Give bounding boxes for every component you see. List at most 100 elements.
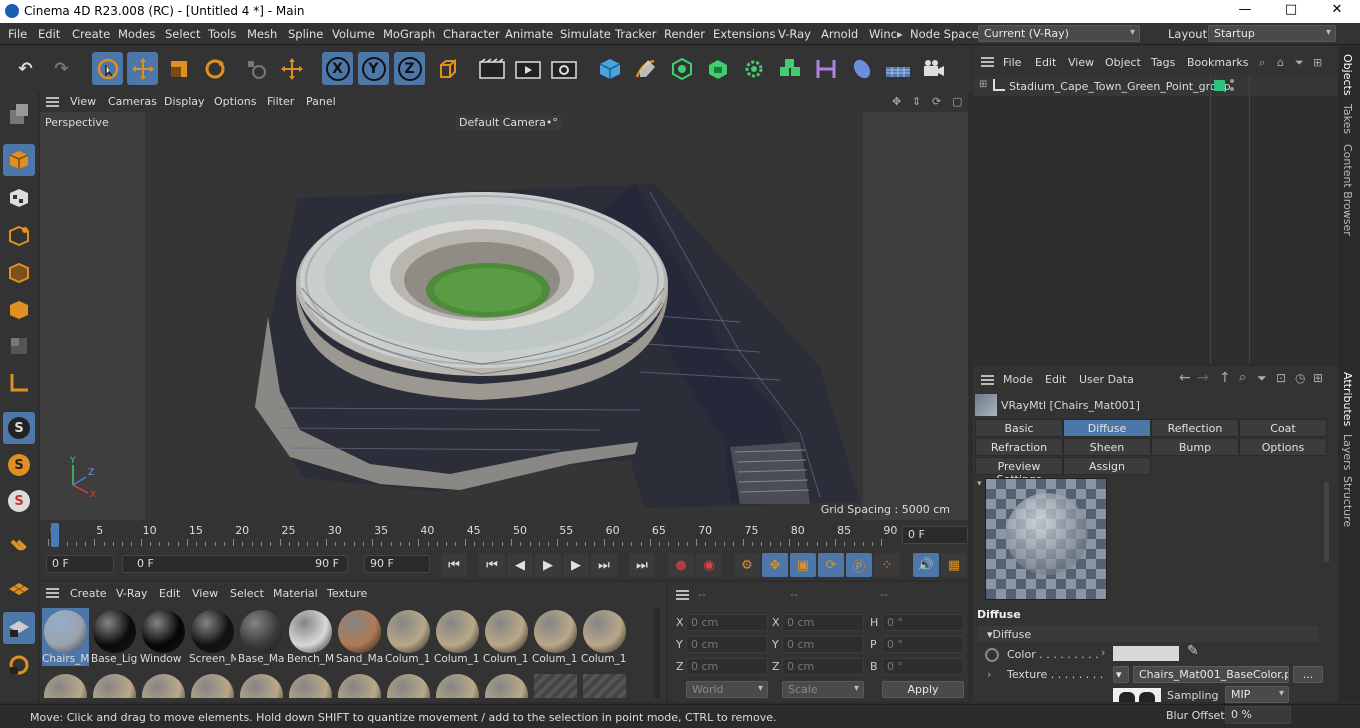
tab-sheen[interactable]: Sheen [1063,438,1151,456]
sampling-select[interactable]: MIP ▾ [1225,686,1289,703]
magnet-icon[interactable] [3,530,35,562]
attributes-scrollbar[interactable] [1324,482,1329,562]
dock-tab-attributes[interactable]: Attributes [1341,372,1354,426]
apply-button[interactable]: Apply [882,681,964,698]
menu-window[interactable]: Winc [869,27,897,41]
key-parameter-icon[interactable]: Ⓟ [846,553,872,577]
coord-value-field[interactable]: 0 cm [782,614,864,631]
tab-preview-settings[interactable]: Preview Settings [975,457,1063,486]
material-swatch[interactable]: Window [140,608,187,666]
quantize-icon[interactable]: S [3,485,35,517]
menu-volume[interactable]: Volume [332,27,375,41]
objects-menu-hamburger-icon[interactable] [981,57,994,67]
menu-render[interactable]: Render [664,27,705,41]
objects-menu-edit[interactable]: Edit [1035,56,1056,69]
viewport-maximize-icon[interactable]: ▢ [952,95,962,108]
environment-icon[interactable] [846,52,877,85]
next-frame-icon[interactable]: ▶ [563,553,589,577]
coords-menu-hamburger-icon[interactable] [676,590,689,600]
maximize-button[interactable]: □ [1268,2,1314,17]
color-swatch[interactable] [1113,646,1179,661]
prev-key-icon[interactable]: ⏮ [479,553,505,577]
search-icon[interactable]: ⌕ [1239,370,1246,385]
dock-tab-structure[interactable]: Structure [1341,476,1354,527]
attributes-menu-userdata[interactable]: User Data [1079,373,1134,386]
material-swatch[interactable]: Colum_1 [581,608,628,666]
render-to-picture-viewer-icon[interactable] [512,52,543,85]
collapse-preview-icon[interactable]: ▾ [977,479,982,489]
viewport-menu-display[interactable]: Display [164,95,205,108]
viewport-menu-options[interactable]: Options [214,95,256,108]
snapping-icon[interactable]: S [3,412,35,444]
tab-assign[interactable]: Assign [1063,457,1151,475]
material-menu-select[interactable]: Select [230,587,264,600]
objects-menu-file[interactable]: File [1003,56,1021,69]
close-button[interactable]: ✕ [1314,2,1360,17]
keyframe-selection-icon[interactable]: ⚙ [734,553,760,577]
texture-browse-button[interactable]: ... [1293,666,1323,683]
menu-edit[interactable]: Edit [38,27,60,41]
menu-overflow-icon[interactable]: ▸ [897,27,903,41]
tab-refraction[interactable]: Refraction [975,438,1063,456]
layout-select[interactable]: Startup ▾ [1208,25,1336,42]
make-editable-icon[interactable] [3,98,35,130]
render-visibility-dot[interactable] [1230,87,1234,91]
material-swatch[interactable]: Base_Ma [238,608,285,666]
menu-spline[interactable]: Spline [288,27,323,41]
editor-visibility-dot[interactable] [1230,79,1234,83]
current-frame-field[interactable]: 0 F [902,526,968,544]
menu-character[interactable]: Character [443,27,500,41]
tab-reflection[interactable]: Reflection [1151,419,1239,437]
playhead[interactable] [51,523,59,547]
menu-mesh[interactable]: Mesh [247,27,277,41]
material-swatch[interactable] [140,672,187,698]
transform-tool-icon[interactable] [276,52,307,85]
coord-value-field[interactable]: 0 ° [882,658,964,675]
snap-settings-icon[interactable]: S [3,449,35,481]
lock-icon[interactable]: ⊡ [1276,371,1286,385]
node-space-select[interactable]: Current (V-Ray) ▾ [978,25,1140,42]
material-menu-edit[interactable]: Edit [159,587,180,600]
material-menu-hamburger-icon[interactable] [46,588,59,598]
pen-spline-icon[interactable] [630,52,661,85]
y-axis-lock-button[interactable]: Y [358,52,389,85]
material-swatch[interactable]: Colum_1 [483,608,530,666]
menu-simulate[interactable]: Simulate [560,27,611,41]
menu-animate[interactable]: Animate [505,27,553,41]
filter-icon[interactable]: ⏷ [1295,56,1304,70]
points-mode-icon[interactable] [3,220,35,252]
minimize-button[interactable]: — [1222,2,1268,17]
material-menu-texture[interactable]: Texture [327,587,367,600]
texture-path-field[interactable]: Chairs_Mat001_BaseColor.p [1133,666,1289,683]
expand-icon[interactable]: ⊞ [979,79,987,90]
attributes-menu-mode[interactable]: Mode [1003,373,1033,386]
coordinate-system-icon[interactable] [432,52,463,85]
back-arrow-icon[interactable]: ← [1179,370,1191,386]
menu-create[interactable]: Create [72,27,110,41]
material-menu-material[interactable]: Material [273,587,318,600]
new-panel-icon[interactable]: ⊞ [1313,371,1323,385]
menu-tracker[interactable]: Tracker [615,27,657,41]
menu-vray[interactable]: V-Ray [778,27,811,41]
material-swatch[interactable]: Colum_1 [532,608,579,666]
end-frame-field[interactable]: 90 F [364,555,430,573]
timeline-window-icon[interactable]: ▦ [941,553,967,577]
material-swatch[interactable]: Screen_M [189,608,236,666]
material-swatch[interactable]: Base_Lig [91,608,138,666]
coord-value-field[interactable]: 0 cm [782,658,864,675]
material-menu-vray[interactable]: V-Ray [116,587,148,600]
up-arrow-icon[interactable]: ↑ [1219,370,1231,386]
boole-icon[interactable] [774,52,805,85]
coords-space-select[interactable]: World ▾ [686,681,768,698]
menu-arnold[interactable]: Arnold [821,27,858,41]
material-swatch[interactable] [483,672,530,698]
rotate-tool-icon[interactable] [199,52,230,85]
move-tool-icon[interactable] [127,52,158,85]
floor-object-icon[interactable] [882,52,913,85]
planar-workplane-icon[interactable] [3,649,35,681]
next-key-icon[interactable]: ⏭ [591,553,617,577]
object-row[interactable]: ⊞ Stadium_Cape_Town_Green_Point_group [973,76,1338,96]
material-swatch[interactable]: Sand_Ma [336,608,383,666]
attributes-menu-edit[interactable]: Edit [1045,373,1066,386]
coord-value-field[interactable]: 0 ° [882,614,964,631]
